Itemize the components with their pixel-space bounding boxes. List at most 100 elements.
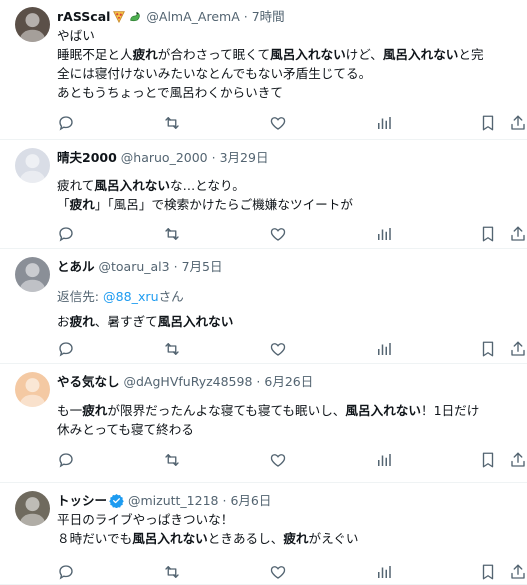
tweet-header: 晴夫2000 @haruo_2000 · 3月29日	[57, 149, 268, 166]
text-segment: 全には寝付けないみたいなとんでもない矛盾生じてる。	[57, 66, 372, 81]
tweet[interactable]: トッシー @mizutt_1218 · 6月6日 平日のライブやっぱきついな！ ８時…	[0, 484, 527, 585]
bookmark-icon[interactable]	[479, 340, 497, 358]
views-icon[interactable]	[375, 114, 393, 132]
text-segment: 、暑すぎて	[94, 314, 158, 329]
text-segment: あともうちょっとで風呂わくからいきて	[57, 85, 283, 100]
tweet[interactable]: 晴夫2000 @haruo_2000 · 3月29日 疲れて風呂入れないな…となり…	[0, 141, 527, 249]
like-icon[interactable]	[269, 340, 287, 358]
tweet-text-line: 疲れて風呂入れないな…となり。	[57, 176, 353, 195]
tweet-content: とあル @toaru_al3 · 7月5日 返信先: @88_xruさん お疲れ、暑…	[57, 250, 525, 364]
user-handle[interactable]: @AlmA_AremA	[146, 9, 239, 24]
tweet-text-line: 「疲れ」「風呂」で検索かけたらご機嫌なツイートが	[57, 195, 353, 214]
tweet-actions	[57, 225, 525, 245]
reply-to-line: 返信先: @88_xruさん	[57, 287, 233, 306]
tweet-header: やる気なし @dAgHVfuRyz48598 · 6月26日	[57, 373, 313, 390]
text-segment: 「	[57, 197, 70, 212]
display-name[interactable]: rASScal	[57, 9, 110, 24]
text-segment: ときあるし、	[207, 531, 284, 546]
highlighted-keyword: 風呂入れない	[157, 314, 234, 329]
user-handle[interactable]: @haruo_2000	[121, 150, 208, 165]
tweet-text-line: 全には寝付けないみたいなとんでもない矛盾生じてる。	[57, 64, 484, 83]
tweet-text-line: 休みとっても寝て終わる	[57, 420, 479, 439]
text-segment: 」「風呂」で検索かけたらご機嫌なツイートが	[94, 197, 353, 212]
text-segment: が合わさって眠くて	[157, 47, 271, 62]
timestamp[interactable]: 7時間	[252, 9, 285, 24]
views-icon[interactable]	[375, 225, 393, 243]
views-icon[interactable]	[375, 563, 393, 581]
tweet[interactable]: とあル @toaru_al3 · 7月5日 返信先: @88_xruさん お疲れ、暑…	[0, 250, 527, 364]
reply-icon[interactable]	[57, 451, 75, 469]
like-icon[interactable]	[269, 451, 287, 469]
user-handle[interactable]: @toaru_al3	[99, 259, 170, 274]
reply-icon[interactable]	[57, 225, 75, 243]
tweet-text-line: も一疲れが限界だったんよな寝ても寝ても眠いし、風呂入れない！1日だけ	[57, 401, 479, 420]
tweet-actions	[57, 114, 525, 134]
separator-dot: ·	[222, 493, 227, 508]
display-name[interactable]: トッシー	[57, 493, 107, 508]
tweet-text-line: やばい	[57, 26, 484, 45]
separator-dot: ·	[173, 259, 178, 274]
highlighted-keyword: 風呂入れない	[345, 403, 421, 418]
tweet-header: トッシー @mizutt_1218 · 6月6日	[57, 492, 271, 509]
timestamp[interactable]: 3月29日	[220, 150, 269, 165]
tweet-text-line: 睡眠不足と人疲れが合わさって眠くて風呂入れないけど、風呂入れないと完	[57, 45, 484, 64]
bookmark-icon[interactable]	[479, 225, 497, 243]
highlighted-keyword: 風呂入れない	[132, 531, 208, 546]
timestamp[interactable]: 6月26日	[264, 374, 313, 389]
avatar[interactable]	[15, 148, 50, 183]
user-handle[interactable]: @dAgHVfuRyz48598	[124, 374, 253, 389]
text-segment: と完	[458, 47, 484, 62]
tweet-content: rASScal @AlmA_AremA · 7時間 やばい睡眠不足と人疲れが合わさ…	[57, 0, 525, 140]
reply-icon[interactable]	[57, 114, 75, 132]
tweet-text-line: お疲れ、暑すぎて風呂入れない	[57, 312, 233, 331]
display-name[interactable]: やる気なし	[57, 374, 120, 389]
verified-badge-icon	[109, 493, 124, 509]
highlighted-keyword: 風呂入れない	[94, 178, 170, 193]
share-icon[interactable]	[509, 563, 527, 581]
avatar[interactable]	[15, 7, 50, 42]
share-icon[interactable]	[509, 340, 527, 358]
retweet-icon[interactable]	[163, 451, 181, 469]
avatar[interactable]	[15, 257, 50, 292]
timestamp[interactable]: 7月5日	[182, 259, 223, 274]
display-name[interactable]: 晴夫2000	[57, 150, 117, 165]
like-icon[interactable]	[269, 563, 287, 581]
tweet[interactable]: やる気なし @dAgHVfuRyz48598 · 6月26日も一疲れが限界だった…	[0, 365, 527, 483]
retweet-icon[interactable]	[163, 114, 181, 132]
display-name[interactable]: とあル	[57, 259, 95, 274]
views-icon[interactable]	[375, 340, 393, 358]
avatar[interactable]	[15, 372, 50, 407]
retweet-icon[interactable]	[163, 563, 181, 581]
text-segment: がえぐい	[308, 531, 359, 546]
retweet-icon[interactable]	[163, 225, 181, 243]
highlighted-keyword: 風呂入れない	[270, 47, 346, 62]
separator-dot: ·	[256, 374, 261, 389]
text-segment: な…となり。	[169, 178, 245, 193]
retweet-icon[interactable]	[163, 340, 181, 358]
highlighted-keyword: 疲れ	[69, 197, 95, 212]
tweet-text: も一疲れが限界だったんよな寝ても寝ても眠いし、風呂入れない！1日だけ 休みとっても…	[57, 401, 479, 439]
views-icon[interactable]	[375, 451, 393, 469]
bookmark-icon[interactable]	[479, 114, 497, 132]
text-segment: 疲れて	[57, 178, 95, 193]
timestamp[interactable]: 6月6日	[230, 493, 271, 508]
reply-mention-link[interactable]: @88_xru	[103, 289, 159, 304]
reply-icon[interactable]	[57, 340, 75, 358]
like-icon[interactable]	[269, 114, 287, 132]
tweet-text-line: あともうちょっとで風呂わくからいきて	[57, 83, 484, 102]
text-segment: 睡眠不足と人	[57, 47, 133, 62]
like-icon[interactable]	[269, 225, 287, 243]
avatar[interactable]	[15, 491, 50, 526]
bookmark-icon[interactable]	[479, 451, 497, 469]
user-handle[interactable]: @mizutt_1218	[128, 493, 219, 508]
tweet[interactable]: rASScal @AlmA_AremA · 7時間 やばい睡眠不足と人疲れが合わさ…	[0, 0, 527, 140]
tweet-header: rASScal @AlmA_AremA · 7時間	[57, 8, 285, 27]
highlighted-keyword: 疲れ	[132, 47, 158, 62]
share-icon[interactable]	[509, 225, 527, 243]
bookmark-icon[interactable]	[479, 563, 497, 581]
text-segment: も一	[57, 403, 83, 418]
share-icon[interactable]	[509, 114, 527, 132]
share-icon[interactable]	[509, 451, 527, 469]
reply-icon[interactable]	[57, 563, 75, 581]
tweet-header: とあル @toaru_al3 · 7月5日	[57, 258, 222, 275]
